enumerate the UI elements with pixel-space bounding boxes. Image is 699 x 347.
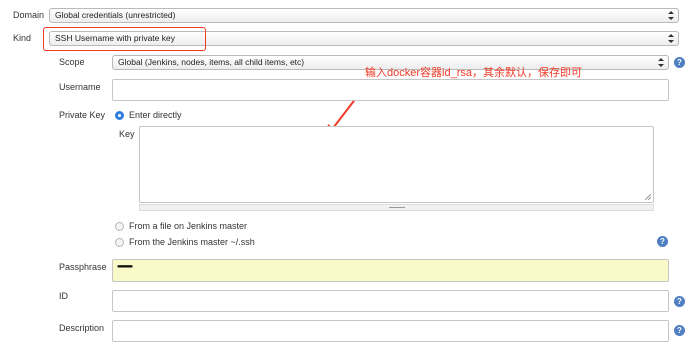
username-label: Username	[59, 82, 101, 92]
private-key-label: Private Key	[59, 110, 106, 120]
key-label: Key	[119, 129, 135, 139]
radio-from-ssh-label: From the Jenkins master ~/.ssh	[129, 237, 255, 247]
passphrase-input[interactable]: ••••••••••••••••••••••••••••••••••	[112, 259, 669, 282]
domain-select[interactable]: Global credentials (unrestricted)	[49, 8, 679, 23]
radio-enter-directly-label: Enter directly	[129, 110, 182, 120]
select-arrows-icon	[668, 11, 674, 20]
radio-from-file-dot[interactable]	[115, 222, 124, 231]
description-help-icon[interactable]: ?	[674, 325, 685, 336]
radio-enter-directly-dot[interactable]	[115, 111, 124, 120]
resize-bar-grip	[389, 207, 405, 208]
private-key-help-icon[interactable]: ?	[657, 236, 668, 247]
description-label: Description	[59, 323, 105, 333]
domain-label: Domain	[13, 10, 45, 20]
kind-label: Kind	[13, 33, 32, 43]
radio-from-file-label: From a file on Jenkins master	[129, 221, 248, 231]
scope-select-value: Global (Jenkins, nodes, items, all child…	[118, 57, 305, 67]
kind-highlight-box	[43, 27, 206, 51]
description-input[interactable]	[112, 320, 669, 342]
select-arrows-icon	[668, 34, 674, 43]
id-input[interactable]	[112, 290, 669, 312]
key-textarea[interactable]	[139, 126, 654, 203]
resize-grip-icon[interactable]	[645, 194, 651, 200]
scope-help-icon[interactable]: ?	[674, 57, 685, 68]
id-label: ID	[59, 291, 68, 301]
passphrase-masked-value: ••••••••••••••••••••••••••••••••••	[117, 262, 133, 271]
radio-from-ssh-dot[interactable]	[115, 238, 124, 247]
id-help-icon[interactable]: ?	[674, 296, 685, 307]
passphrase-label: Passphrase	[59, 262, 107, 272]
select-arrows-icon	[658, 58, 664, 67]
scope-label: Scope	[59, 57, 85, 67]
textarea-resize-bar[interactable]	[139, 204, 654, 211]
annotation-text: 输入docker容器id_rsa，其余默认，保存即可	[365, 67, 582, 79]
domain-select-value: Global credentials (unrestricted)	[55, 10, 176, 20]
username-input[interactable]	[112, 79, 669, 101]
